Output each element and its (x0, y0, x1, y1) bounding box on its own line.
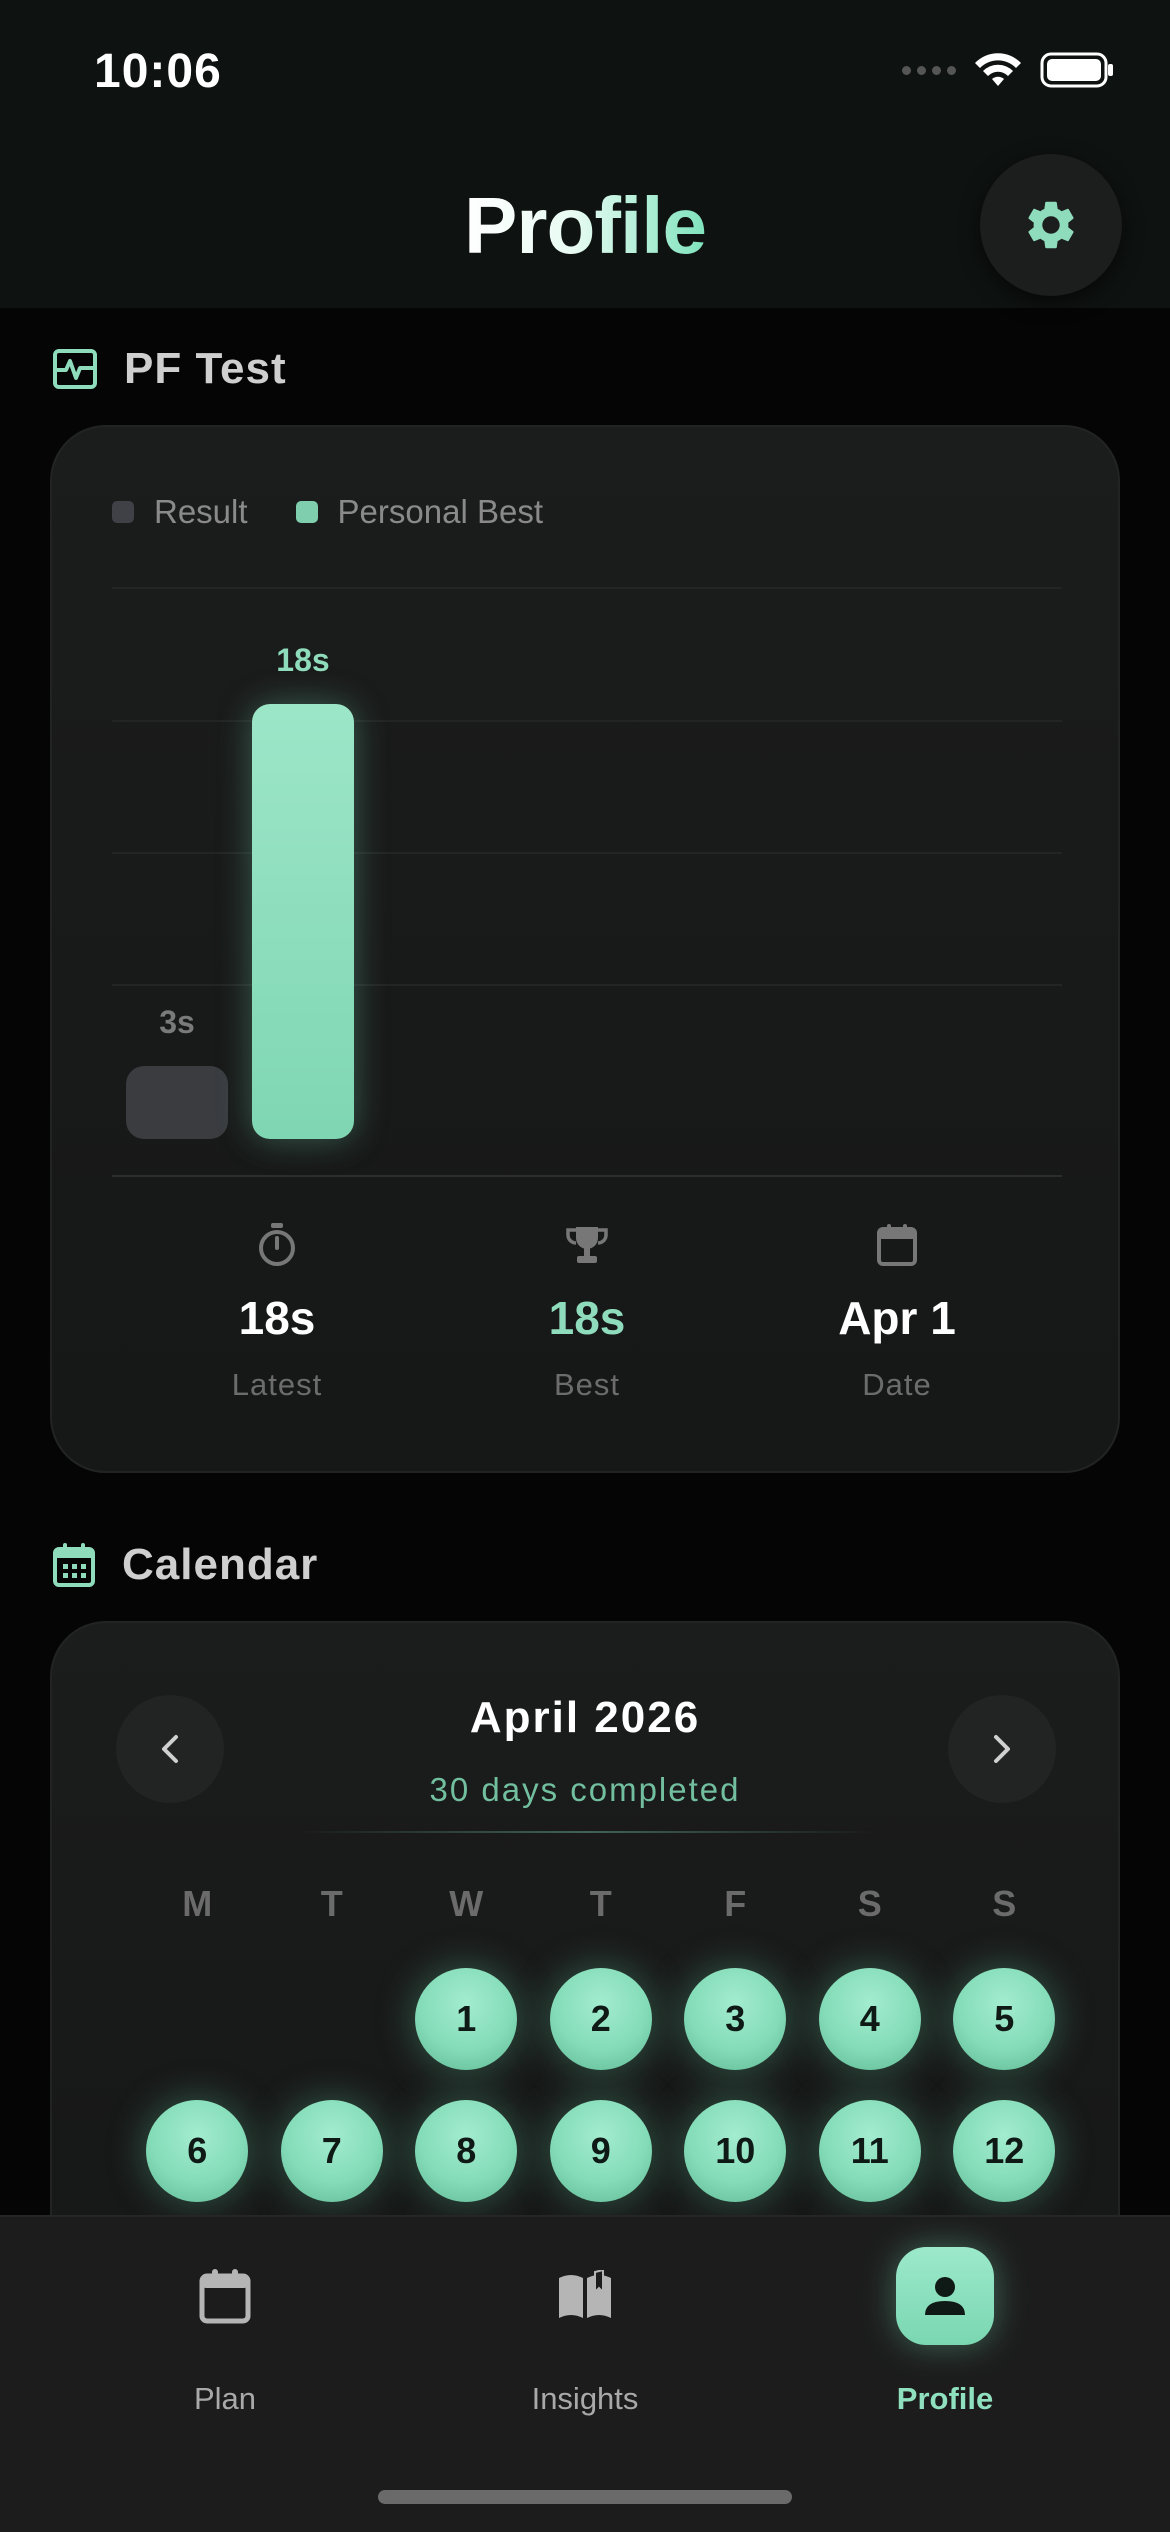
calendar-day-completed[interactable]: 4 (818, 1968, 921, 2070)
calendar-day-completed[interactable]: 8 (415, 2100, 518, 2202)
pf-stats: 18s Latest 18s Best Apr 1 Date (52, 1217, 1122, 1403)
weekday-label: S (992, 1883, 1017, 1924)
gear-icon (1028, 201, 1074, 249)
stat-date-caption: Date (862, 1367, 932, 1402)
tab-bar: Plan Insights Profile (0, 2215, 1170, 2532)
stat-best: 18s Best (437, 1217, 737, 1403)
day-cell: 2 (534, 1968, 669, 2070)
stat-best-value: 18s (548, 1292, 626, 1344)
settings-button[interactable] (980, 154, 1122, 296)
legend-swatch-result (112, 501, 134, 523)
bar-result (126, 1066, 228, 1139)
empty-day-cell (130, 1968, 265, 2070)
day-cell: 10 (668, 2100, 803, 2202)
pf-test-section-header: PF Test (52, 344, 287, 394)
tab-profile-label: Profile (896, 2381, 994, 2416)
home-indicator (378, 2490, 792, 2504)
tab-insights[interactable]: Insights (460, 2247, 710, 2417)
stat-date: Apr 1 Date (747, 1217, 1047, 1403)
calendar-title: Calendar (122, 1540, 319, 1589)
empty-day-cell (265, 1968, 400, 2070)
stat-latest-value: 18s (238, 1292, 316, 1344)
legend-label-personal-best: Personal Best (337, 493, 543, 530)
next-month-button[interactable] (948, 1695, 1056, 1803)
day-cell: 5 (937, 1968, 1072, 2070)
activity-icon (53, 349, 97, 389)
gridline (112, 587, 1062, 589)
day-cell: 6 (130, 2100, 265, 2202)
calendar-day-completed[interactable]: 5 (953, 1968, 1056, 2070)
stat-best-caption: Best (553, 1367, 621, 1402)
calendar-day-completed[interactable]: 11 (818, 2100, 921, 2202)
calendar-section-header: Calendar (52, 1540, 318, 1590)
cellular-signal-icon (902, 65, 956, 75)
weekday-header: MTWTFSS (130, 1883, 1072, 1925)
weekday-label: S (857, 1883, 882, 1924)
calendar-day-completed[interactable]: 3 (684, 1968, 787, 2070)
calendar-day-completed[interactable]: 7 (280, 2100, 383, 2202)
legend-swatch-personal-best (295, 501, 318, 523)
calendar-icon (747, 1217, 1047, 1273)
legend-label-result: Result (154, 493, 248, 530)
chevron-right-icon (994, 1735, 1010, 1763)
weekday-label: F (724, 1883, 747, 1924)
weekday-label: W (449, 1883, 484, 1924)
header: Profile (0, 150, 1170, 308)
calendar-day-completed[interactable]: 6 (146, 2100, 249, 2202)
bar-value-label: 18s (276, 642, 330, 678)
day-cell: 4 (803, 1968, 938, 2070)
book-icon (536, 2247, 634, 2345)
pf-test-card: Result Personal Best 3s 18s 18s Latest 1… (50, 425, 1120, 1473)
stopwatch-icon (127, 1217, 427, 1273)
wifi-icon (975, 53, 1021, 86)
legend-item-result: Result (112, 493, 248, 531)
weekday-label: T (320, 1883, 343, 1924)
stat-latest-caption: Latest (231, 1367, 323, 1402)
calendar-days-grid: 1 2 3 4 5 6 7 8 9 10 11 12 (130, 1968, 1072, 2202)
calendar-day-completed[interactable]: 12 (953, 2100, 1056, 2202)
tab-profile[interactable]: Profile (820, 2247, 1070, 2417)
day-cell: 7 (265, 2100, 400, 2202)
trophy-icon (437, 1217, 737, 1273)
chart-legend: Result Personal Best (112, 493, 543, 531)
calendar-day-completed[interactable]: 2 (549, 1968, 652, 2070)
calendar-day-completed[interactable]: 10 (684, 2100, 787, 2202)
tab-plan[interactable]: Plan (100, 2247, 350, 2417)
pf-test-chart: 3s 18s (112, 587, 1062, 1187)
status-bar: 10:06 (0, 0, 1170, 150)
day-cell: 3 (668, 1968, 803, 2070)
weekday-label: M (182, 1883, 213, 1924)
baseline (112, 1175, 1062, 1177)
bar-personal-best (252, 704, 354, 1139)
calendar-icon (176, 2247, 274, 2345)
stat-latest: 18s Latest (127, 1217, 427, 1403)
person-icon (896, 2247, 994, 2345)
calendar-day-completed[interactable]: 1 (415, 1968, 518, 2070)
bar-value-label: 3s (159, 1004, 195, 1040)
pf-test-title: PF Test (124, 344, 287, 393)
tab-insights-label: Insights (531, 2381, 639, 2416)
calendar-grid-icon (53, 1543, 95, 1587)
tab-plan-label: Plan (193, 2381, 257, 2416)
calendar-divider (297, 1831, 877, 1833)
calendar-day-completed[interactable]: 9 (549, 2100, 652, 2202)
battery-icon (1040, 52, 1113, 88)
day-cell: 8 (399, 2100, 534, 2202)
day-cell: 12 (937, 2100, 1072, 2202)
stat-date-value: Apr 1 (838, 1292, 956, 1344)
status-icons (902, 52, 1114, 88)
legend-item-personal-best: Personal Best (295, 493, 543, 531)
status-time: 10:06 (94, 45, 222, 98)
weekday-label: T (589, 1883, 612, 1924)
day-cell: 11 (803, 2100, 938, 2202)
day-cell: 9 (534, 2100, 669, 2202)
day-cell: 1 (399, 1968, 534, 2070)
